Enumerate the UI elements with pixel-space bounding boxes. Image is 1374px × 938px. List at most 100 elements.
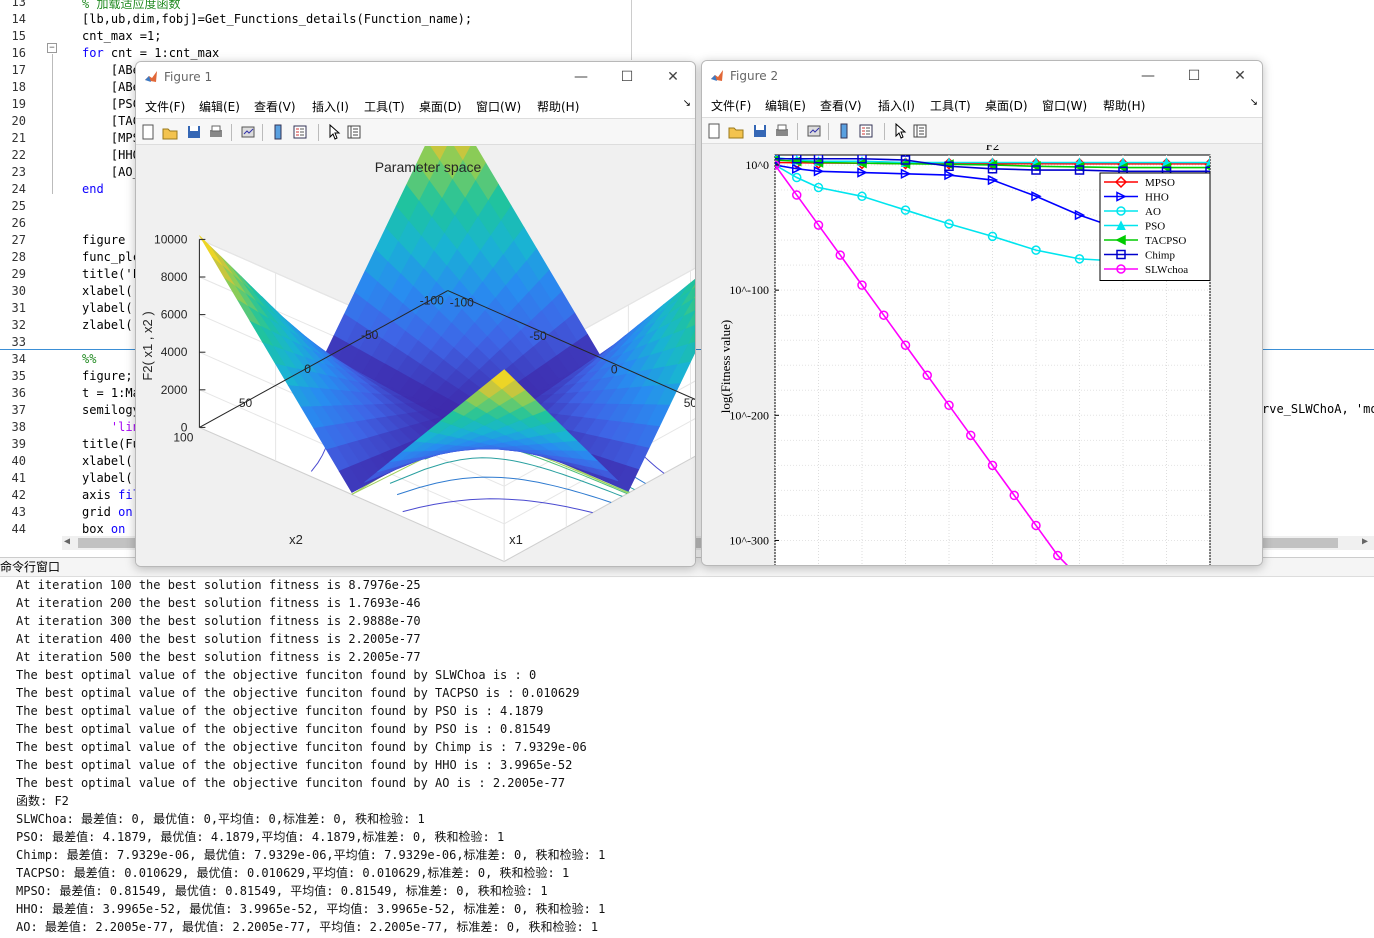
new-file-icon[interactable] [140, 124, 156, 140]
y-tick-label: 10^-200 [729, 408, 769, 422]
command-window-output[interactable]: At iteration 100 the best solution fitne… [16, 576, 605, 936]
code-line[interactable]: [TAC [82, 114, 140, 128]
save-icon[interactable] [752, 123, 768, 139]
code-line[interactable]: xlabel(' [82, 284, 140, 298]
menu-item[interactable]: 插入(I) [878, 97, 915, 114]
line-number: 36 [11, 386, 26, 400]
scroll-right-icon[interactable]: ▶ [1362, 536, 1368, 547]
code-line[interactable]: [ABe [82, 63, 140, 77]
menu-item[interactable]: 编辑(E) [765, 97, 806, 114]
pointer-icon[interactable] [892, 123, 908, 139]
print-icon[interactable] [208, 124, 224, 140]
save-icon[interactable] [186, 124, 202, 140]
code-line[interactable]: for cnt = 1:cnt_max [82, 46, 219, 60]
command-output-line: The best optimal value of the objective … [16, 722, 551, 736]
code-line[interactable]: title('F [82, 267, 140, 281]
code-line[interactable]: ylabel(' [82, 471, 140, 485]
code-line[interactable]: grid on [82, 505, 133, 519]
y-tick-label: 10^-300 [729, 533, 769, 547]
code-line[interactable]: title(Fu [82, 437, 140, 451]
code-line[interactable]: [HHO [82, 148, 140, 162]
x1-axis-label: x1 [509, 532, 523, 547]
close-button[interactable]: ✕ [663, 68, 683, 86]
line-number: 33 [11, 335, 26, 349]
line-number: 34 [11, 352, 26, 366]
menu-item[interactable]: 工具(T) [364, 98, 405, 115]
menu-item[interactable]: 查看(V) [820, 97, 862, 114]
figure-2-window[interactable]: Figure 2 — ☐ ✕ 文件(F) 编辑(E) 查看(V) 插入(I) 工具(T)… [701, 60, 1263, 566]
minimize-button[interactable]: — [571, 68, 591, 86]
x2-tick-label: 100 [173, 430, 193, 444]
code-line[interactable]: xlabel(' [82, 454, 140, 468]
minimize-button[interactable]: — [1138, 67, 1158, 85]
menu-item[interactable]: 文件(F) [145, 98, 185, 115]
menu-item[interactable]: 窗口(W) [1042, 97, 1087, 114]
dock-arrow-icon[interactable]: ↘ [1250, 97, 1258, 108]
code-line[interactable]: [AO_ [82, 165, 140, 179]
figure-1-titlebar[interactable]: Figure 1 — ☐ ✕ [136, 62, 695, 92]
x1-tick-label: -50 [529, 329, 547, 343]
figure-1-toolbar [136, 118, 695, 145]
legend-icon[interactable] [292, 124, 308, 140]
y-axis-label: log(Fitness value) [718, 320, 733, 414]
menu-item[interactable]: 桌面(D) [419, 98, 462, 115]
code-line[interactable]: %% [82, 352, 96, 366]
code-token: [AO_ [82, 165, 140, 179]
scroll-left-icon[interactable]: ◀ [64, 536, 70, 547]
code-line[interactable]: figure; [82, 369, 133, 383]
code-fragment-right: rve_SLWChoA, 'mo [1262, 402, 1374, 416]
menu-item[interactable]: 帮助(H) [1103, 97, 1145, 114]
figure-1-window[interactable]: Figure 1 — ☐ ✕ 文件(F) 编辑(E) 查看(V) 插入(I) 工具(T)… [135, 61, 696, 567]
code-line[interactable]: end [82, 182, 104, 196]
code-line[interactable]: [PSC [82, 97, 140, 111]
toolbar-separator [262, 124, 263, 141]
line-number: 18 [11, 80, 26, 94]
menu-item[interactable]: 窗口(W) [476, 98, 521, 115]
code-line[interactable]: [MPS [82, 131, 140, 145]
maximize-button[interactable]: ☐ [617, 68, 637, 86]
code-line[interactable]: axis fil [82, 488, 140, 502]
menu-item[interactable]: 查看(V) [254, 98, 296, 115]
code-line[interactable]: box on [82, 522, 125, 536]
code-line[interactable]: t = 1:Ma [82, 386, 140, 400]
link-plot-icon[interactable] [240, 124, 256, 140]
code-line[interactable]: ylabel(' [82, 301, 140, 315]
line-number: 38 [11, 420, 26, 434]
code-line[interactable]: [ABe [82, 80, 140, 94]
code-line[interactable]: zlabel([ [82, 318, 140, 332]
toolbar-separator [231, 124, 232, 141]
menu-item[interactable]: 工具(T) [930, 97, 971, 114]
menu-item[interactable]: 帮助(H) [537, 98, 579, 115]
line-number: 32 [11, 318, 26, 332]
code-line[interactable]: semilogy [82, 403, 140, 417]
code-line[interactable]: figure [82, 233, 125, 247]
colorbar-icon[interactable] [270, 124, 286, 140]
open-folder-icon[interactable] [728, 123, 744, 139]
fold-toggle-icon[interactable]: − [47, 43, 57, 53]
fold-guide [52, 54, 53, 194]
maximize-button[interactable]: ☐ [1184, 67, 1204, 85]
print-icon[interactable] [774, 123, 790, 139]
property-editor-icon[interactable] [912, 123, 928, 139]
close-button[interactable]: ✕ [1230, 67, 1250, 85]
code-line[interactable]: 'lin [82, 420, 140, 434]
dock-arrow-icon[interactable]: ↘ [683, 98, 691, 109]
link-plot-icon[interactable] [806, 123, 822, 139]
menu-item[interactable]: 桌面(D) [985, 97, 1028, 114]
convergence-chart: 05010015020025030035040045050010^010^-10… [718, 138, 1211, 565]
property-editor-icon[interactable] [346, 124, 362, 140]
code-line[interactable]: cnt_max =1; [82, 29, 161, 43]
colorbar-icon[interactable] [836, 123, 852, 139]
figure-2-titlebar[interactable]: Figure 2 — ☐ ✕ [702, 61, 1262, 91]
new-file-icon[interactable] [706, 123, 722, 139]
open-folder-icon[interactable] [162, 124, 178, 140]
legend-icon[interactable] [858, 123, 874, 139]
code-line[interactable]: % 加载适应度函数 [82, 0, 180, 12]
menu-item[interactable]: 插入(I) [312, 98, 349, 115]
pointer-icon[interactable] [326, 124, 342, 140]
menu-item[interactable]: 编辑(E) [199, 98, 240, 115]
menu-item[interactable]: 文件(F) [711, 97, 751, 114]
code-line[interactable]: func_plc [82, 250, 140, 264]
code-token: cnt_max =1; [82, 29, 162, 43]
code-line[interactable]: [lb,ub,dim,fobj]=Get_Functions_details(F… [82, 12, 472, 26]
